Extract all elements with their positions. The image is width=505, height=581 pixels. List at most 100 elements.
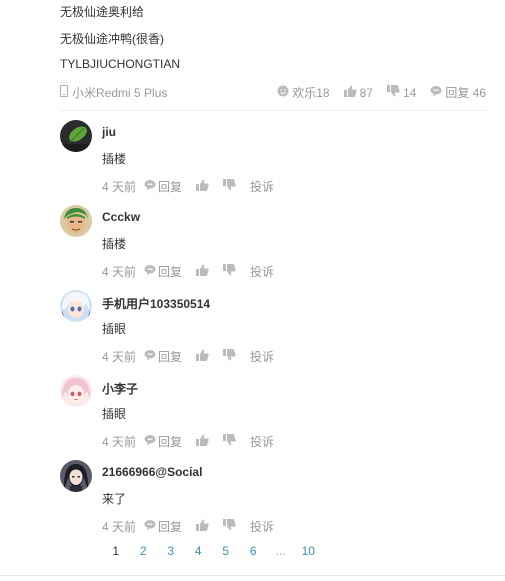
reply-label: 回复	[158, 520, 183, 534]
dislike-button[interactable]	[223, 434, 236, 449]
reply-button[interactable]: 回复	[144, 348, 182, 365]
green-hair-character-avatar-icon	[60, 205, 92, 237]
like-count: 87	[359, 85, 373, 100]
comment-item: Ccckw 插楼 4 天前 回复 投诉	[60, 205, 486, 290]
pagination: 1 2 3 4 5 6 ... 10	[102, 544, 322, 558]
reply-button[interactable]: 回复	[144, 518, 182, 535]
dislike-button[interactable]: 14	[386, 85, 416, 100]
comment-actions: 4 天前 回复 投诉	[102, 263, 274, 280]
thumbs-up-icon	[343, 85, 357, 100]
avatar[interactable]	[60, 290, 92, 322]
report-button[interactable]: 投诉	[250, 263, 274, 280]
reply-label: 回复	[158, 265, 183, 279]
speech-bubble-icon	[144, 434, 156, 449]
comment-time: 4 天前	[102, 265, 137, 279]
like-button[interactable]	[196, 434, 209, 449]
dark-hair-character-avatar-icon	[60, 460, 92, 492]
reply-button[interactable]: 回复	[144, 178, 182, 195]
page-6[interactable]: 6	[240, 544, 268, 558]
fun-count: 欢乐18	[292, 86, 330, 100]
thumbs-up-icon	[196, 519, 209, 534]
comment-item: 小李子 插眼 4 天前 回复 投诉	[60, 375, 486, 460]
page-5[interactable]: 5	[212, 544, 240, 558]
reply-count-button[interactable]: 回复 46	[430, 84, 486, 101]
thumbs-down-icon	[386, 85, 400, 100]
avatar[interactable]	[60, 375, 92, 407]
reply-button[interactable]: 回复	[144, 263, 182, 280]
report-button[interactable]: 投诉	[250, 178, 274, 195]
phone-icon	[60, 85, 68, 100]
speech-bubble-icon	[144, 349, 156, 364]
fun-button[interactable]: 欢乐18	[277, 84, 330, 101]
like-button[interactable]	[196, 264, 209, 279]
like-button[interactable]	[196, 349, 209, 364]
post-line: 无极仙途奥利给	[60, 5, 145, 19]
thumbs-down-icon	[223, 349, 236, 364]
comment-time: 4 天前	[102, 520, 137, 534]
avatar[interactable]	[60, 120, 92, 152]
page-2[interactable]: 2	[130, 544, 158, 558]
comment-time: 4 天前	[102, 180, 137, 194]
comment-item: 21666966@Social 来了 4 天前 回复 投诉	[60, 460, 486, 545]
speech-bubble-icon	[144, 519, 156, 534]
post-stats: 欢乐18 87 14 回复 46	[277, 84, 486, 101]
comment-text: 插楼	[102, 152, 127, 166]
comment-actions: 4 天前 回复 投诉	[102, 518, 274, 535]
comment-actions: 4 天前 回复 投诉	[102, 178, 274, 195]
comment-actions: 4 天前 回复 投诉	[102, 433, 274, 450]
comment-item: 手机用户103350514 插眼 4 天前 回复 投诉	[60, 290, 486, 375]
comment-text: 来了	[102, 492, 127, 506]
comment-item: jiu 插楼 4 天前 回复 投诉	[60, 120, 486, 205]
report-button[interactable]: 投诉	[250, 348, 274, 365]
anime-pink-hair-avatar-icon	[60, 375, 92, 407]
like-button[interactable]	[196, 179, 209, 194]
comment-text: 插眼	[102, 407, 127, 421]
post-line: 无极仙途冲鸭(很香)	[60, 32, 164, 46]
thumbs-down-icon	[223, 264, 236, 279]
dislike-button[interactable]	[223, 519, 236, 534]
post-line: TYLBJIUCHONGTIAN	[60, 57, 181, 71]
comment-time: 4 天前	[102, 350, 137, 364]
dislike-button[interactable]	[223, 264, 236, 279]
avatar[interactable]	[60, 460, 92, 492]
reply-label: 回复	[158, 435, 183, 449]
username[interactable]: 手机用户103350514	[102, 295, 210, 312]
thumbs-up-icon	[196, 434, 209, 449]
thumbs-down-icon	[223, 519, 236, 534]
bottom-divider	[0, 575, 505, 576]
comment-text: 插眼	[102, 322, 127, 336]
page-ellipsis: ...	[275, 544, 286, 558]
comment-text: 插楼	[102, 237, 127, 251]
comment-time: 4 天前	[102, 435, 137, 449]
like-button[interactable]	[196, 519, 209, 534]
reply-button[interactable]: 回复	[144, 433, 182, 450]
report-button[interactable]: 投诉	[250, 518, 274, 535]
anime-white-hair-avatar-icon	[60, 290, 92, 322]
username[interactable]: Ccckw	[102, 210, 140, 224]
dislike-button[interactable]	[223, 179, 236, 194]
reply-label: 回复	[158, 180, 183, 194]
speech-bubble-icon	[144, 179, 156, 194]
page-4[interactable]: 4	[185, 544, 213, 558]
thumbs-down-icon	[223, 434, 236, 449]
page-3[interactable]: 3	[157, 544, 185, 558]
device-info: 小米Redmi 5 Plus	[60, 84, 167, 101]
page-10[interactable]: 10	[295, 544, 323, 558]
speech-bubble-icon	[430, 85, 442, 100]
page-1[interactable]: 1	[102, 544, 130, 558]
report-button[interactable]: 投诉	[250, 433, 274, 450]
comment-actions: 4 天前 回复 投诉	[102, 348, 274, 365]
reply-label: 回复	[158, 350, 183, 364]
device-label: 小米Redmi 5 Plus	[72, 86, 168, 100]
username[interactable]: 小李子	[102, 380, 138, 397]
green-leaf-avatar-icon	[60, 120, 92, 152]
reply-count: 回复 46	[445, 86, 486, 100]
thumbs-down-icon	[223, 179, 236, 194]
smiley-icon	[277, 85, 289, 100]
like-button[interactable]: 87	[343, 85, 373, 100]
avatar[interactable]	[60, 205, 92, 237]
dislike-button[interactable]	[223, 349, 236, 364]
username[interactable]: jiu	[102, 125, 116, 139]
username[interactable]: 21666966@Social	[102, 465, 202, 479]
speech-bubble-icon	[144, 264, 156, 279]
